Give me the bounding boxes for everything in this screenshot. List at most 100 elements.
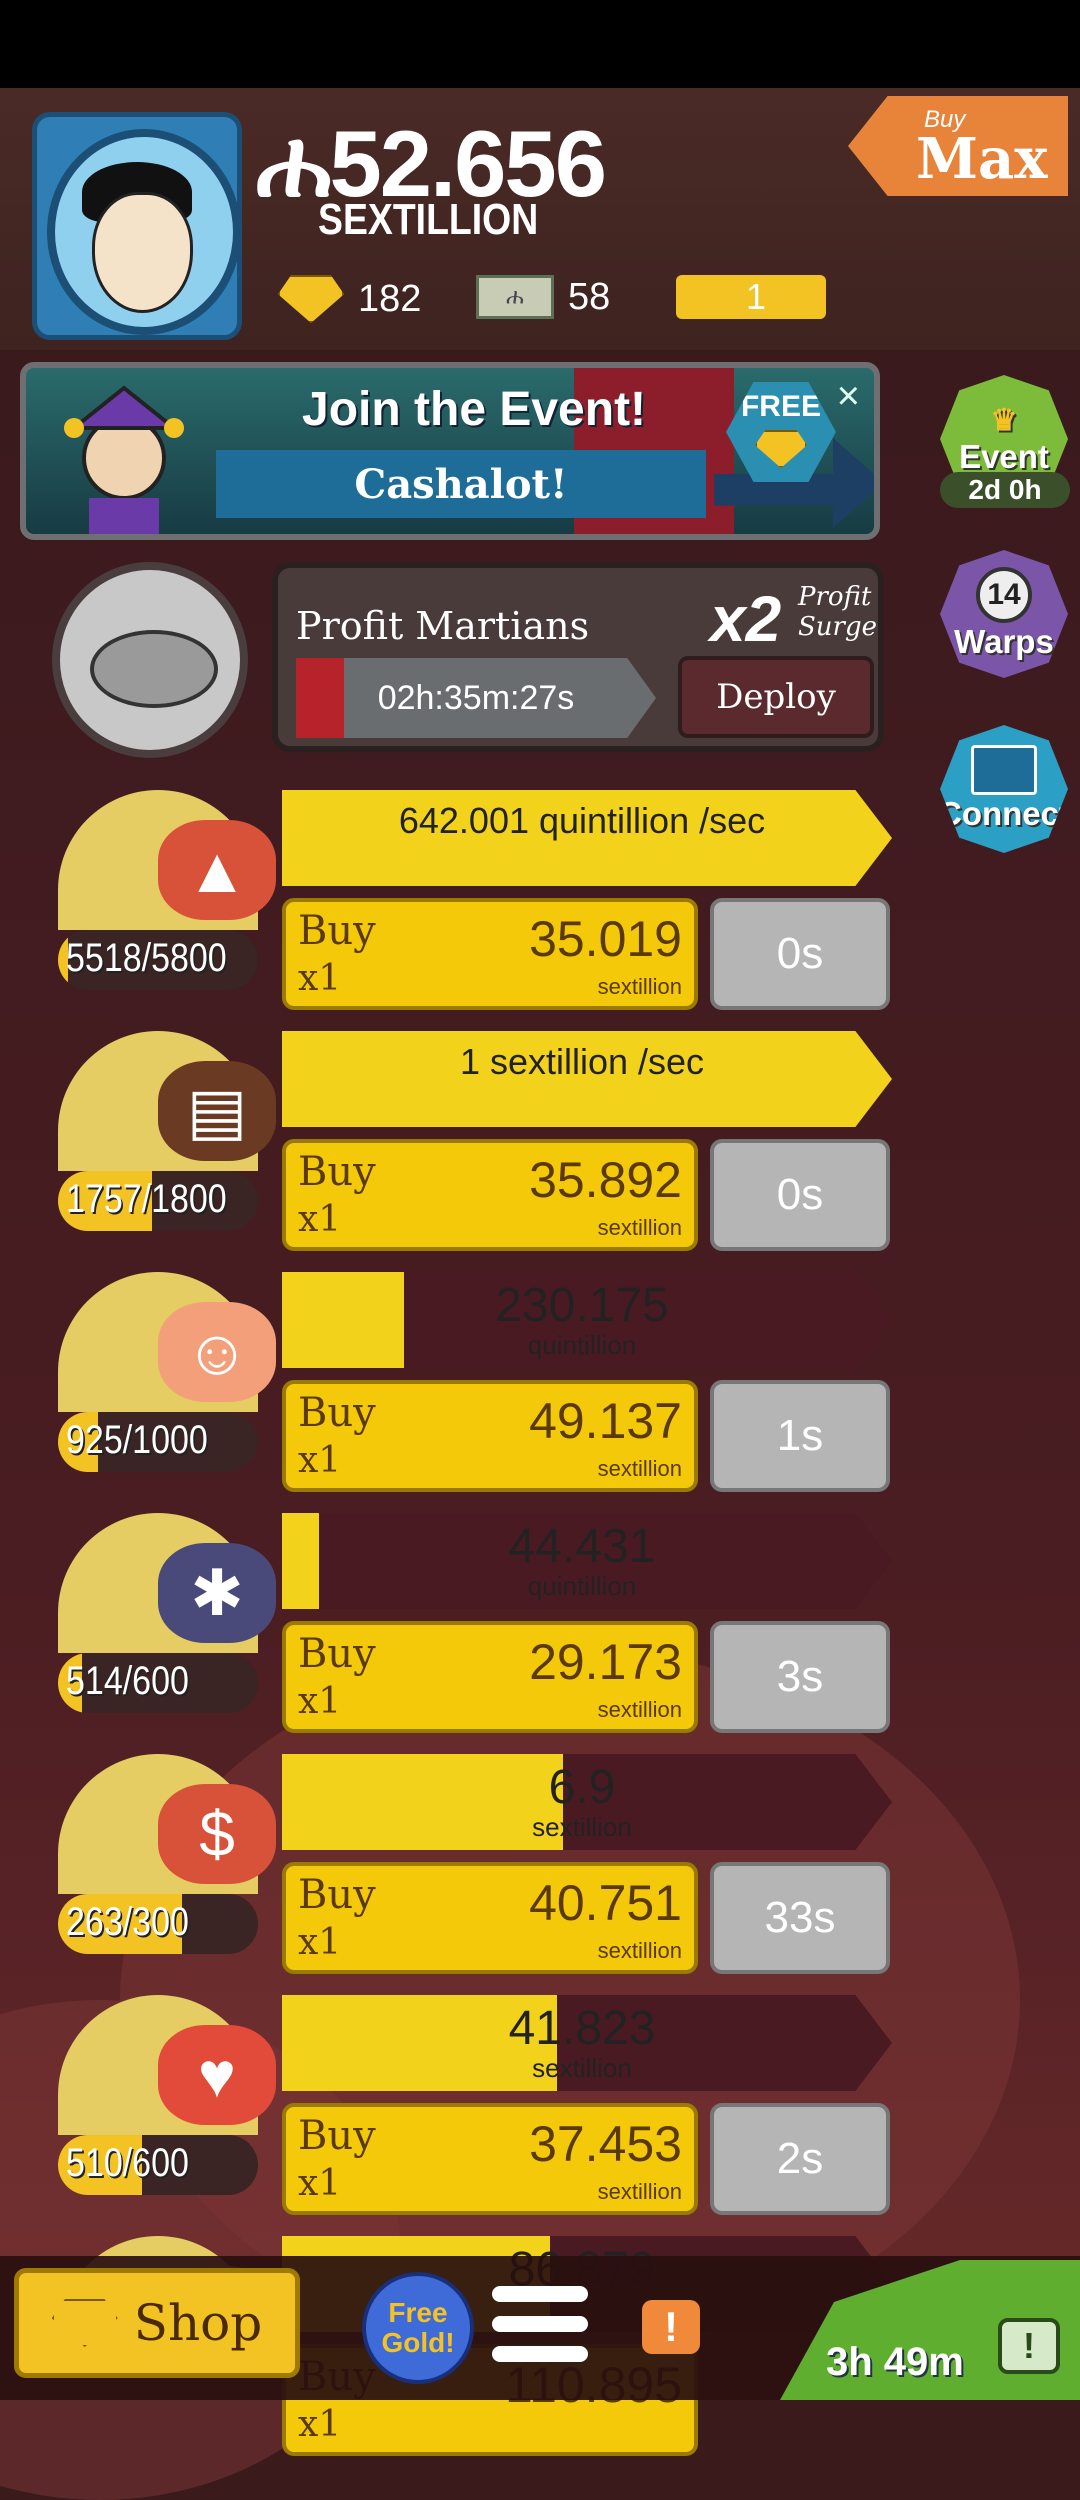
cycle-timer: 33s [710,1862,890,1974]
income-unit: sextillion [532,2053,632,2083]
buy-cost: 35.019 [529,911,682,967]
buy-label: Buy [298,2113,376,2159]
income-unit: quintillion [527,1330,637,1360]
business-row: ▲ 5518/5800 642.001 quintillion /sec Buy… [0,790,1080,1030]
buy-cost: 29.173 [529,1634,682,1690]
deploy-button[interactable]: Deploy [678,656,874,738]
buy-button[interactable]: Buy x1 49.137 sextillion [282,1380,698,1492]
manager-panel: Profit Martians x2 Profit Surge 02h:35m:2… [272,562,884,752]
tv-icon[interactable]: ! [998,2318,1060,2374]
income-value: 6.9 [548,1761,616,1814]
owned-counter: 1757/1800 [58,1171,258,1231]
timer-progress-fill [296,658,344,738]
business-icon-button[interactable]: $ [58,1754,276,1894]
income-value: 41.823 [508,2002,656,2055]
manager-timer: 02h:35m:27s [296,658,656,738]
buy-button[interactable]: Buy x1 40.751 sextillion [282,1862,698,1974]
income-unit: quintillion [527,1571,637,1601]
ticket-counter[interactable]: 1 [676,275,826,319]
business-icon-button[interactable]: ▤ [58,1031,276,1171]
manager-portrait[interactable] [52,562,248,758]
buy-cost-unit: sextillion [597,1215,682,1240]
buy-button[interactable]: Buy x1 35.892 sextillion [282,1139,698,1251]
cycle-timer: 2s [710,2103,890,2215]
event-timer: 2d 0h [940,472,1070,508]
income-value: 230.175 [495,1279,669,1332]
buy-label: Buy [298,908,376,954]
megabucks-icon: ሐ [476,275,554,319]
free-gold-line2: Gold! [381,2327,455,2358]
business-row: ☺ 925/1000 230.175 quintillion Buy x1 49… [0,1272,1080,1512]
income-progress-bar[interactable]: 6.9 sextillion [282,1754,892,1850]
event-banner[interactable]: Join the Event! Cashalot! FREE × [20,362,880,540]
alert-icon[interactable]: ! [642,2300,700,2354]
owned-count: 1757/1800 [66,1177,227,1221]
manager-name: Profit Martians [296,604,590,648]
buy-max-big-label: Max [916,126,1048,192]
buy-cost-unit: sextillion [597,2179,682,2204]
income-progress-bar[interactable]: 230.175 quintillion [282,1272,892,1368]
warps-button[interactable]: 14 Warps [940,550,1068,678]
face-icon: ☺ [158,1302,276,1402]
ufo-icon [90,630,218,708]
buy-button[interactable]: Buy x1 37.453 sextillion [282,2103,698,2215]
buy-quantity: x1 [298,1681,342,1722]
jester-icon [64,385,184,534]
buy-cost-unit: sextillion [597,1456,682,1481]
buy-quantity: x1 [298,1922,342,1963]
buy-label: Buy [298,1872,376,1918]
ticket-count: 1 [746,276,767,317]
megabucks-counter[interactable]: ሐ 58 [476,275,610,319]
money-unit: SEXTILLION [318,195,539,244]
buy-button[interactable]: Buy x1 35.019 sextillion [282,898,698,1010]
event-button-label: Event [959,437,1049,475]
shop-button[interactable]: Shop [14,2268,300,2378]
space-bug-icon: ✱ [158,1543,276,1643]
owned-count: 510/600 [66,2141,189,2185]
business-icon-button[interactable]: ☺ [58,1272,276,1412]
income-progress-bar[interactable]: 44.431 quintillion [282,1513,892,1609]
owned-count: 925/1000 [66,1418,208,1462]
player-avatar[interactable] [32,112,242,340]
event-title: Join the Event! [302,383,647,436]
menu-icon[interactable] [492,2286,588,2370]
buy-quantity: x1 [298,1199,342,1240]
buy-label: Buy [298,1390,376,1436]
event-subtitle: Cashalot! [216,450,706,518]
cycle-timer: 0s [710,1139,890,1251]
buy-cost: 37.453 [529,2116,682,2172]
buy-label: Buy [298,1631,376,1677]
buy-button[interactable]: Buy x1 29.173 sextillion [282,1621,698,1733]
red-rocks-icon: ▲ [158,820,276,920]
business-icon-button[interactable]: ♥ [58,1995,276,2135]
buy-label: Buy [298,1149,376,1195]
buy-max-button[interactable]: Buy Max [848,96,1068,196]
gold-count: 182 [358,277,422,320]
owned-counter: 514/600 [58,1653,258,1713]
owned-count: 263/300 [66,1900,189,1944]
gold-counter[interactable]: 182 [278,275,421,323]
status-bar [0,0,1080,88]
income-value: 44.431 [508,1520,656,1573]
business-icon-button[interactable]: ▲ [58,790,276,930]
gold-icon [51,2299,118,2347]
gold-icon [755,430,807,468]
buy-quantity: x1 [298,2404,342,2445]
tv-timer: 3h 49m [826,2340,964,2384]
close-icon[interactable]: × [837,374,860,419]
buy-cost-unit: sextillion [597,1697,682,1722]
owned-count: 514/600 [66,1659,189,1703]
business-row: ▤ 1757/1800 1 sextillion /sec Buy x1 35.… [0,1031,1080,1271]
income-progress-bar[interactable]: 642.001 quintillion /sec [282,790,892,886]
income-progress-bar[interactable]: 41.823 sextillion [282,1995,892,2091]
income-progress-bar[interactable]: 1 sextillion /sec [282,1031,892,1127]
surge-label-line2: Surge [798,612,878,642]
coin-seal-icon: $ [158,1784,276,1884]
cycle-timer: 0s [710,898,890,1010]
free-gold-button[interactable]: Free Gold! [362,2272,474,2384]
business-icon-button[interactable]: ✱ [58,1513,276,1653]
warps-count: 14 [976,567,1032,623]
cycle-timer: 1s [710,1380,890,1492]
ticket-icon: 1 [676,275,826,319]
owned-counter: 925/1000 [58,1412,258,1472]
